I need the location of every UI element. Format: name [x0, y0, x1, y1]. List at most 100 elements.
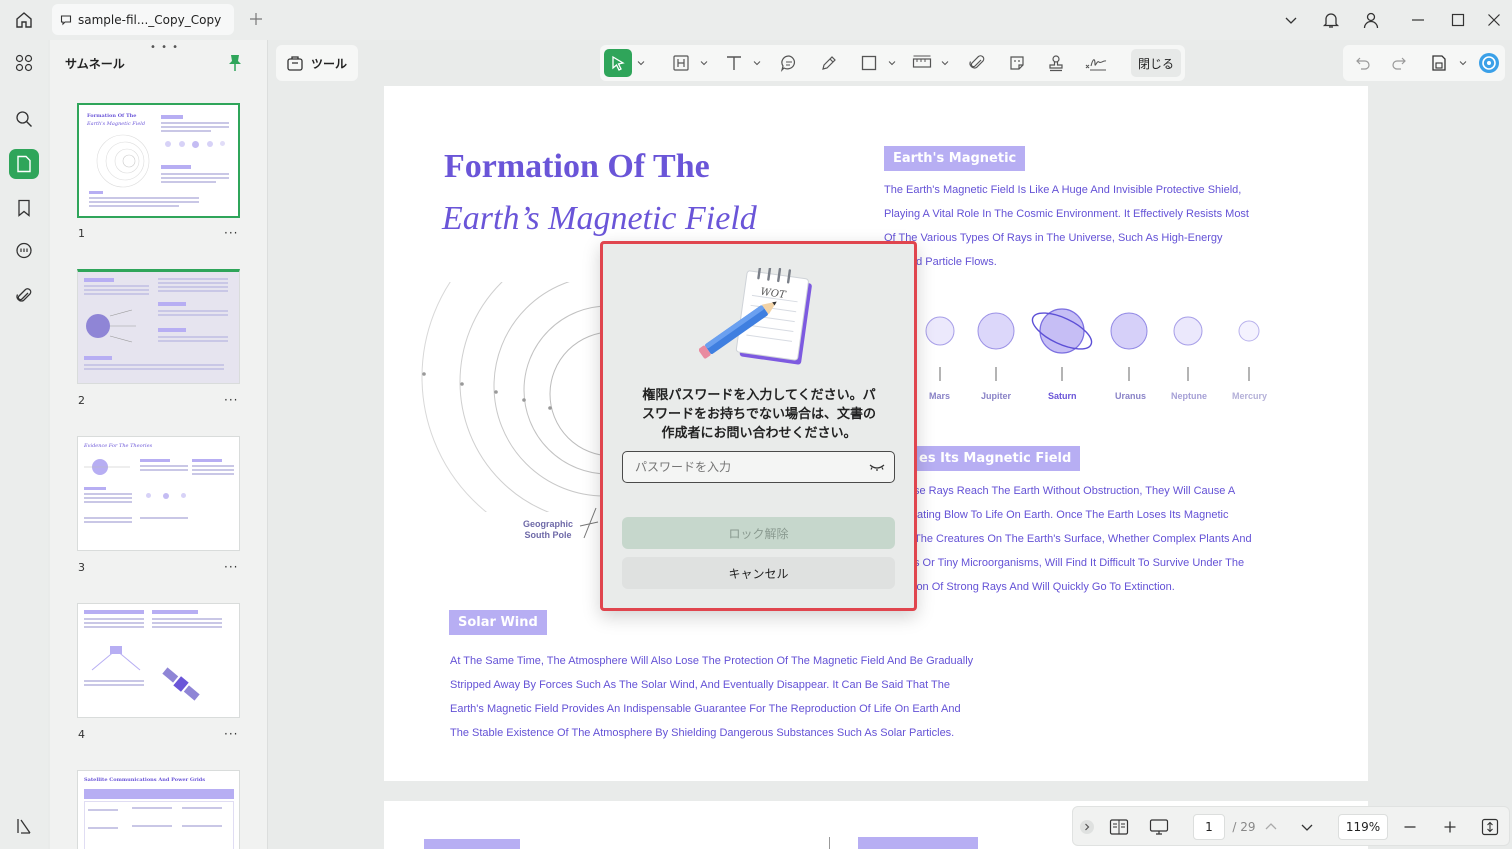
thumbnail-page-1[interactable]: Formation Of The Earth's Magnetic Field [77, 103, 240, 218]
chevron-down-icon[interactable] [753, 59, 761, 67]
planet-label-jupiter: Jupiter [981, 391, 1012, 401]
section1-line: ed Particle Flows. [910, 256, 997, 268]
select-tool-button[interactable] [604, 49, 632, 77]
doc-title-line2: Earth’s Magnetic Field [442, 200, 757, 237]
highlighter-icon [673, 55, 689, 71]
ai-assistant-icon [1479, 53, 1499, 73]
rail-comments-button[interactable] [9, 236, 39, 266]
dialog-message-line3: 作成者にお問い合わせください。 [661, 426, 857, 441]
section3-line: At The Same Time, The Atmosphere Will Al… [450, 655, 974, 667]
thumb-diagram [96, 134, 150, 188]
measure-tool-button[interactable] [908, 49, 936, 77]
tools-button[interactable]: ツール [276, 45, 358, 81]
search-icon [16, 111, 32, 127]
zoom-level-input[interactable]: 119% [1338, 814, 1388, 840]
text-tool-button[interactable] [720, 49, 748, 77]
chevron-down-icon[interactable] [637, 59, 645, 67]
account-button[interactable] [1356, 6, 1386, 34]
rail-search-button[interactable] [9, 104, 39, 134]
comment-icon [16, 242, 32, 259]
magnetic-field-diagram [421, 282, 610, 512]
save-button[interactable] [1425, 49, 1453, 77]
thumbnail-page-5[interactable]: Satellite Communications And Power Grids [77, 770, 240, 849]
ai-assistant-button[interactable] [1475, 49, 1503, 77]
redo-button[interactable] [1385, 49, 1413, 77]
rail-thumbnails-button[interactable] [9, 149, 39, 179]
rail-panel-toggle-button[interactable] [9, 811, 39, 841]
document-tab[interactable]: sample-fil..._Copy_Copy [52, 4, 234, 35]
dialog-message: 権限パスワードを入力してください。パ スワードをお持ちでない場合は、文書の 作成… [617, 386, 901, 443]
comment-tool-button[interactable] [775, 49, 803, 77]
minimize-button[interactable] [1403, 6, 1433, 34]
sticker-tool-button[interactable] [1003, 49, 1031, 77]
thumb-satellite-icon [162, 667, 200, 701]
panel-grip[interactable]: • • • [150, 42, 179, 53]
section3-line: Earth's Magnetic Field Provides An Indis… [450, 703, 961, 715]
planets-row [925, 308, 1260, 381]
redo-icon [1392, 57, 1406, 70]
geo-label-line1: Geographic [523, 519, 574, 529]
new-tab-button[interactable] [246, 9, 266, 29]
two-page-icon [1109, 819, 1129, 835]
signature-tool-button[interactable] [1082, 49, 1110, 77]
thumbnail-page-number: 2 [78, 394, 85, 407]
highlight-tool-button[interactable] [667, 49, 695, 77]
fit-screen-icon [1481, 818, 1499, 836]
pin-icon [229, 55, 241, 71]
eye-closed-icon[interactable] [869, 461, 885, 473]
unlock-button[interactable]: ロック解除 [622, 517, 895, 549]
thumbnail-more-button[interactable]: ··· [224, 560, 238, 574]
chevron-down-icon[interactable] [700, 59, 708, 67]
thumbnail-more-button[interactable]: ··· [224, 226, 238, 240]
thumbnail-page-number: 3 [78, 561, 85, 574]
password-input[interactable] [622, 451, 895, 483]
close-tool-button[interactable]: 閉じる [1131, 49, 1181, 77]
text-icon [727, 56, 741, 70]
stamp-tool-button[interactable] [1042, 49, 1070, 77]
total-pages: / 29 [1232, 820, 1256, 834]
rail-apps-button[interactable] [9, 48, 39, 78]
close-window-button[interactable] [1479, 6, 1509, 34]
page-layout-button[interactable] [1105, 813, 1133, 841]
tabs-dropdown-button[interactable] [1276, 6, 1306, 34]
zoom-out-button[interactable] [1397, 813, 1423, 841]
next-page-button[interactable] [1295, 813, 1319, 841]
chevron-up-icon [1265, 823, 1277, 830]
geo-south-pole-label: Geographic South Pole [523, 519, 573, 541]
chevron-down-icon[interactable] [888, 59, 896, 67]
section2-line: The Creatures On The Earth's Surface, Wh… [914, 533, 1252, 545]
notifications-button[interactable] [1316, 6, 1346, 34]
home-button[interactable] [10, 6, 38, 34]
thumbnail-more-button[interactable]: ··· [224, 727, 238, 741]
thumbnail-page-3[interactable]: Evidence For The Theories [77, 436, 240, 551]
cancel-button[interactable]: キャンセル [622, 557, 895, 589]
thumbnail-page-4[interactable] [77, 603, 240, 718]
pin-button[interactable] [228, 54, 242, 76]
thumbnail-panel: • • • サムネール Formation Of The Earth's Mag… [50, 40, 268, 849]
attach-tool-button[interactable] [963, 49, 991, 77]
chevron-down-icon[interactable] [941, 59, 949, 67]
maximize-button[interactable] [1443, 6, 1473, 34]
section3-line: Stripped Away By Forces Such As The Sola… [450, 679, 950, 691]
undo-button[interactable] [1349, 49, 1377, 77]
rail-bookmarks-button[interactable] [9, 193, 39, 223]
current-page-input[interactable]: 1 [1193, 814, 1225, 840]
zoom-in-button[interactable] [1437, 813, 1463, 841]
presentation-button[interactable] [1145, 813, 1173, 841]
main-toolbar: 閉じる [600, 45, 1185, 81]
thumbnail-more-button[interactable]: ··· [224, 393, 238, 407]
chevron-down-icon[interactable] [1459, 59, 1467, 67]
shape-tool-button[interactable] [855, 49, 883, 77]
tools-label: ツール [311, 56, 348, 71]
thumbnail-page-2[interactable] [77, 269, 240, 384]
page2-divider [829, 837, 830, 849]
grid-icon [15, 54, 33, 72]
draw-tool-button[interactable] [815, 49, 843, 77]
previous-page-button[interactable] [1259, 813, 1283, 841]
user-icon [1363, 12, 1379, 29]
rail-attachments-button[interactable] [9, 281, 39, 311]
collapse-bar-button[interactable] [1077, 813, 1097, 841]
fit-page-button[interactable] [1477, 813, 1503, 841]
dialog-message-line2: スワードをお持ちでない場合は、文書の [641, 407, 876, 422]
section3-paragraph: At The Same Time, The Atmosphere Will Al… [450, 649, 1050, 745]
